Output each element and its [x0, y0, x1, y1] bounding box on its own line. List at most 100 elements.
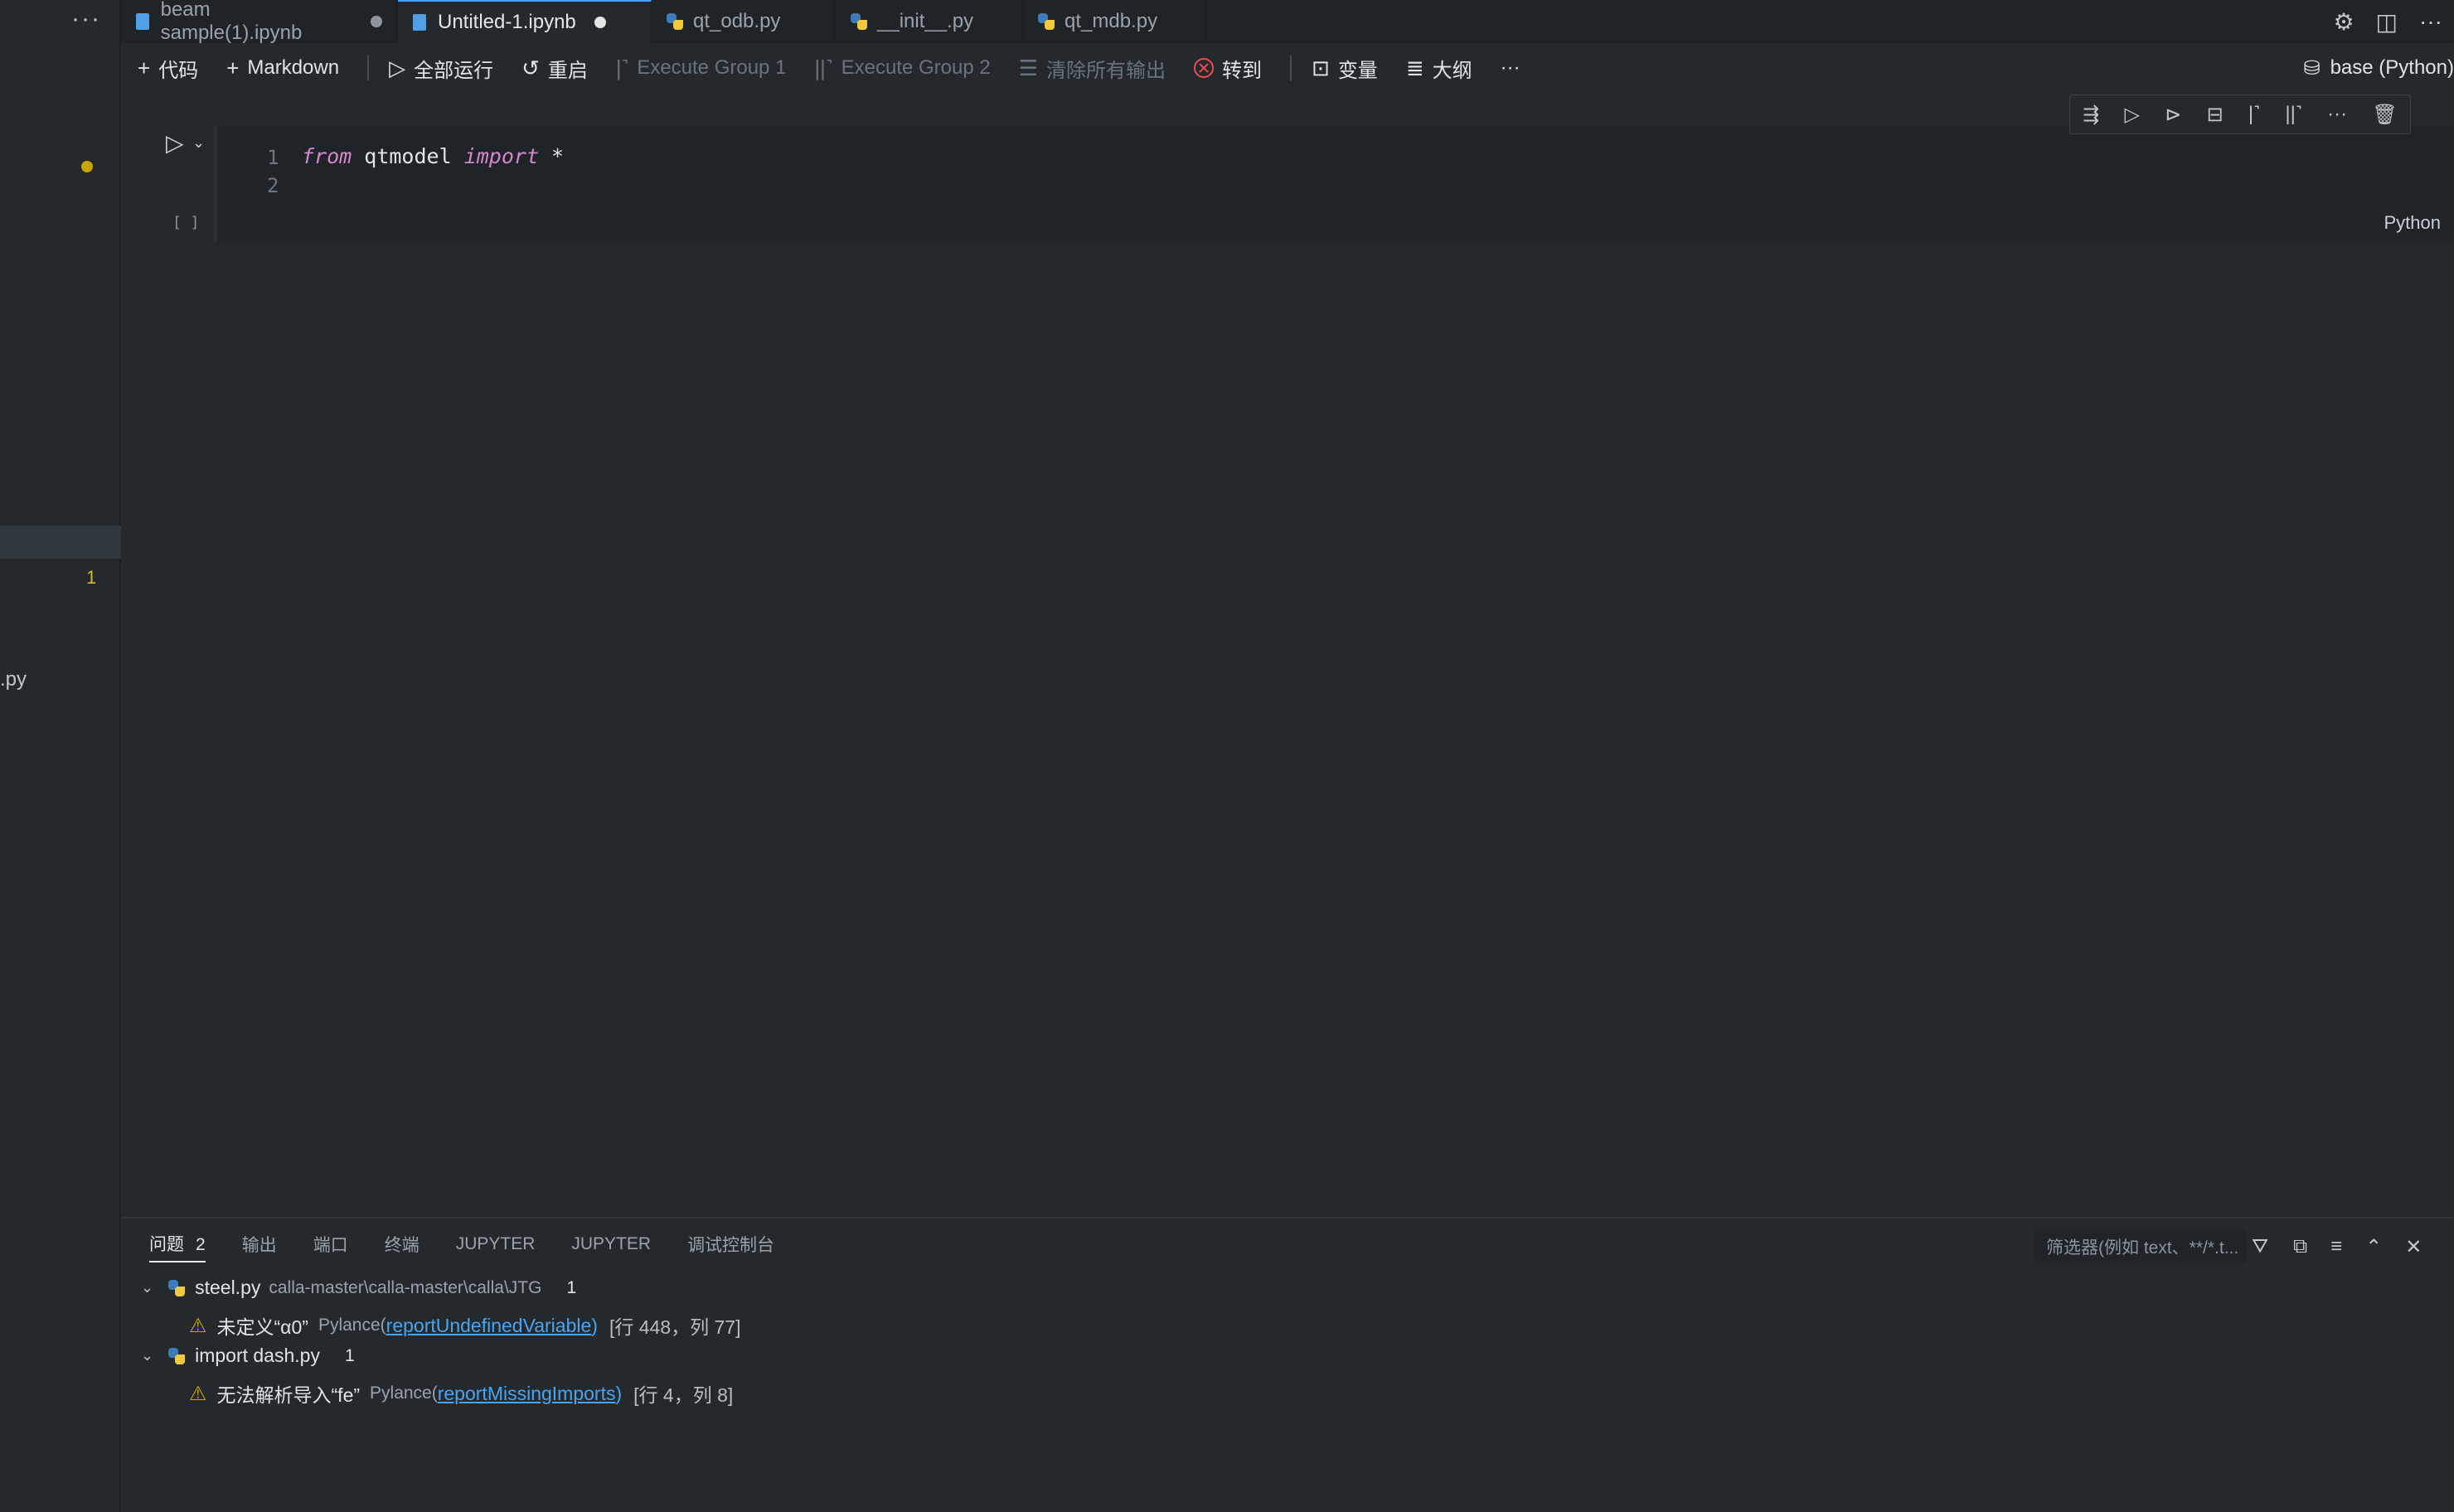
restart-button[interactable]: ↺ 重启 [521, 54, 588, 83]
run-all-button[interactable]: ▷ 全部运行 [389, 54, 493, 83]
cell-more-icon[interactable]: ··· [2327, 103, 2347, 126]
tab-label: __init__.py [877, 10, 974, 32]
plus-icon: + [138, 55, 151, 80]
add-code-cell-button[interactable]: + 代码 [138, 54, 198, 83]
code-line[interactable]: from qtmodel import * [302, 144, 564, 168]
notebook-toolbar: + 代码 + Markdown ▷ 全部运行 ↺ 重启 |˺ Execute Group … [121, 43, 2454, 93]
chevron-down-icon[interactable]: ⌄ [141, 1279, 153, 1296]
problem-source: Pylance [370, 1384, 432, 1403]
code-cell[interactable] [214, 126, 2454, 242]
collapse-all-icon[interactable]: ⧉ [2293, 1235, 2307, 1258]
gear-icon[interactable]: ⚙ [2333, 8, 2354, 36]
list-icon: ≣ [1405, 55, 1424, 80]
variables-label: 变量 [1337, 59, 1378, 82]
close-icon[interactable]: ✕ [2405, 1235, 2422, 1259]
cell-language-picker[interactable]: Python [2384, 212, 2442, 234]
goto-button[interactable]: 转到 [1194, 54, 1262, 83]
run-next-icon[interactable]: ▷ [2124, 103, 2139, 127]
clear-all-outputs-button[interactable]: ☰ 清除所有输出 [1019, 54, 1166, 83]
tab-qt-odb[interactable]: qt_odb.py [652, 0, 836, 43]
kernel-picker[interactable]: ⛁ base (Python) [2303, 43, 2454, 93]
import-target: * [539, 144, 565, 168]
execute-group-1-icon[interactable]: |˺ [2248, 103, 2260, 126]
problem-file-row[interactable]: ⌄ import dash.py 1 [141, 1345, 355, 1367]
problem-location: [行 4，列 8] [633, 1384, 734, 1406]
notebook-icon [136, 13, 149, 30]
tab-beam-sample[interactable]: beam sample(1).ipynb [121, 0, 398, 44]
toolbar-more-button[interactable]: ··· [1501, 56, 1520, 80]
explorer-selected-row[interactable] [0, 526, 121, 559]
filter-icon[interactable]: ⛛ [2252, 1235, 2268, 1258]
split-cell-icon[interactable]: ⊟ [2207, 103, 2224, 127]
paren-close: ) [591, 1314, 598, 1336]
line-number: 2 [267, 174, 279, 197]
tab-debug-console[interactable]: 调试控制台 [687, 1232, 774, 1262]
explorer-file-item[interactable]: .py [0, 668, 27, 691]
problem-rule-link[interactable]: reportMissingImports [438, 1383, 616, 1405]
chevron-down-icon[interactable]: ⌄ [141, 1347, 153, 1364]
unsaved-dot-icon[interactable] [594, 17, 606, 28]
execute-group-2-label: Execute Group 2 [841, 56, 991, 79]
more-actions-icon[interactable]: ··· [2419, 8, 2442, 35]
explorer-more-icon[interactable]: ··· [71, 5, 101, 33]
variables-button[interactable]: ⊡ 变量 [1312, 54, 1378, 83]
paren-close: ) [615, 1382, 623, 1404]
tab-jupyter-2[interactable]: JUPYTER [571, 1234, 651, 1259]
problem-item[interactable]: ⚠ 未定义“α0” Pylance (reportUndefinedVariab… [189, 1311, 740, 1340]
notebook-editor [121, 93, 2454, 1217]
problem-message: 未定义“α0” [216, 1316, 308, 1338]
trash-icon[interactable]: 🗑 [2372, 103, 2397, 127]
run-cell-icon[interactable]: ▷ [166, 129, 184, 157]
split-editor-icon[interactable]: ◫ [2376, 8, 2398, 36]
run-below-icon[interactable]: ⊳ [2165, 103, 2181, 127]
execute-group-2-button[interactable]: ||˺ Execute Group 2 [814, 56, 990, 81]
problem-file-name: import dash.py [195, 1345, 320, 1366]
outline-button[interactable]: ≣ 大纲 [1406, 54, 1472, 83]
plus-icon: + [226, 55, 240, 80]
problem-item[interactable]: ⚠ 无法解析导入“fe” Pylance (reportMissingImpor… [189, 1379, 733, 1408]
kernel-label: base (Python) [2330, 56, 2454, 79]
toolbar-divider [367, 56, 370, 80]
line-number: 1 [267, 146, 279, 169]
python-file-icon [168, 1279, 186, 1296]
modified-dot-icon [81, 161, 93, 172]
chevron-down-icon[interactable]: ⌄ [192, 134, 205, 152]
tab-terminal[interactable]: 终端 [385, 1232, 420, 1262]
unsaved-dot-icon[interactable] [371, 16, 382, 27]
python-file-icon [168, 1347, 186, 1364]
python-file-icon [667, 13, 683, 30]
keyword-import: import [463, 144, 539, 168]
tab-init[interactable]: __init__.py [836, 0, 1023, 43]
execution-count: [ ] [172, 214, 200, 231]
warning-icon: ⚠ [189, 1382, 207, 1405]
problems-filter-input[interactable]: 筛选器(例如 text、**/*.t... [2034, 1230, 2247, 1263]
outline-label: 大纲 [1432, 59, 1472, 82]
execute-group-icon: ||˺ [814, 55, 833, 80]
maximize-panel-icon[interactable]: ⌃ [2365, 1235, 2382, 1259]
python-file-icon [1038, 13, 1055, 30]
tab-output[interactable]: 输出 [242, 1232, 277, 1262]
error-circle-icon [1194, 58, 1215, 78]
tab-ports[interactable]: 端口 [313, 1232, 348, 1262]
tab-untitled-1[interactable]: Untitled-1.ipynb [398, 0, 652, 43]
problem-file-row[interactable]: ⌄ steel.py calla-master\calla-master\cal… [141, 1277, 576, 1299]
tab-problems[interactable]: 问题 2 [149, 1231, 206, 1262]
problem-location: [行 448，列 77] [609, 1316, 741, 1338]
python-file-icon [851, 13, 867, 30]
editor-actions: ⚙ ◫ ··· [2333, 0, 2454, 43]
problem-rule-link[interactable]: reportUndefinedVariable [386, 1315, 592, 1337]
variables-icon: ⊡ [1312, 55, 1330, 80]
tab-jupyter-1[interactable]: JUPYTER [456, 1234, 536, 1259]
explorer-problem-count: 1 [86, 567, 97, 588]
run-above-icon[interactable]: ⇶ [2083, 103, 2099, 127]
execute-group-2-icon[interactable]: ||˺ [2285, 103, 2301, 126]
module-name: qtmodel [352, 144, 464, 168]
restart-icon: ↺ [521, 55, 540, 80]
view-as-tree-icon[interactable]: ≡ [2330, 1235, 2342, 1258]
play-icon: ▷ [389, 55, 406, 80]
add-markdown-cell-button[interactable]: + Markdown [226, 56, 339, 81]
keyword-from: from [302, 144, 352, 168]
execute-group-1-button[interactable]: |˺ Execute Group 1 [616, 56, 787, 81]
tab-qt-mdb[interactable]: qt_mdb.py [1023, 0, 1207, 43]
editor-tab-bar: beam sample(1).ipynb Untitled-1.ipynb qt… [121, 0, 2454, 44]
